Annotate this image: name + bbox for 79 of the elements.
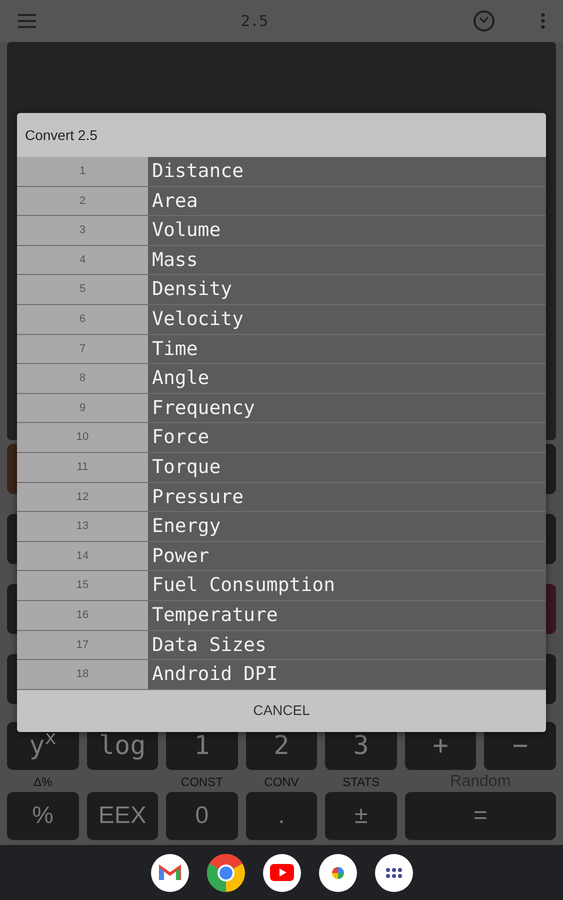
video-app-icon[interactable] bbox=[262, 854, 300, 892]
photos-app-icon[interactable] bbox=[318, 854, 356, 892]
option-label: Temperature bbox=[152, 602, 278, 628]
option-label: Android DPI bbox=[152, 662, 278, 688]
conversion-option[interactable]: 7 Time bbox=[17, 334, 546, 364]
option-number: 7 bbox=[17, 334, 148, 364]
browser-app-icon[interactable] bbox=[206, 854, 244, 892]
key-button[interactable]: EEX bbox=[86, 792, 158, 840]
key-button[interactable]: ± bbox=[325, 792, 397, 840]
conversion-option[interactable]: 10 Force bbox=[17, 423, 546, 453]
option-number: 2 bbox=[17, 186, 148, 216]
key-edge bbox=[7, 514, 17, 564]
option-number: 5 bbox=[17, 275, 148, 304]
conversion-option[interactable]: 5 Density bbox=[17, 275, 546, 305]
option-number: 11 bbox=[17, 452, 148, 482]
mail-app-icon[interactable] bbox=[150, 854, 188, 892]
conversion-option[interactable]: 17 Data Sizes bbox=[17, 630, 546, 660]
option-number: 18 bbox=[17, 660, 148, 689]
conversion-option[interactable]: 13 Energy bbox=[17, 512, 546, 542]
option-number: 12 bbox=[17, 482, 148, 512]
option-label: Area bbox=[152, 188, 198, 214]
shift-label: CONV bbox=[264, 774, 299, 791]
option-label: Volume bbox=[152, 218, 221, 244]
conversion-option[interactable]: 16 Temperature bbox=[17, 600, 546, 630]
key-edge bbox=[546, 514, 556, 564]
conversion-option[interactable]: 8 Angle bbox=[17, 364, 546, 394]
app-drawer-icon[interactable] bbox=[374, 854, 412, 892]
option-label: Power bbox=[152, 544, 210, 569]
key-button[interactable]: % bbox=[7, 792, 79, 840]
option-label: Time bbox=[152, 336, 198, 362]
option-number: 9 bbox=[17, 394, 148, 422]
option-label: Fuel Consumption bbox=[152, 573, 336, 598]
key-button[interactable]: 0 bbox=[166, 792, 238, 840]
conversion-option[interactable]: 1 Distance bbox=[17, 157, 546, 187]
dialog-title: Convert 2.5 bbox=[24, 126, 98, 144]
conversion-option[interactable]: 9 Frequency bbox=[17, 394, 546, 424]
option-number: 14 bbox=[17, 542, 148, 570]
option-label: Energy bbox=[152, 514, 221, 540]
conversion-option[interactable]: 4 Mass bbox=[17, 246, 546, 276]
option-label: Density bbox=[152, 277, 232, 302]
option-number: 4 bbox=[17, 246, 148, 274]
key-button[interactable]: . bbox=[246, 792, 318, 840]
key-edge bbox=[546, 654, 556, 704]
shift-label: STATS bbox=[342, 774, 380, 791]
conversion-option[interactable]: 3 Volume bbox=[17, 216, 546, 246]
option-label: Force bbox=[152, 425, 210, 450]
option-label: Frequency bbox=[152, 396, 255, 421]
conversion-option[interactable]: 6 Velocity bbox=[17, 304, 546, 335]
key-button[interactable]: = bbox=[404, 792, 556, 840]
option-label: Pressure bbox=[152, 484, 244, 510]
option-number: 10 bbox=[17, 423, 148, 452]
option-number: 15 bbox=[17, 571, 148, 600]
key-edge bbox=[7, 654, 17, 704]
conversion-option[interactable]: 15 Fuel Consumption bbox=[17, 571, 546, 601]
option-label: Angle bbox=[152, 366, 210, 392]
conversion-option[interactable]: 11 Torque bbox=[17, 452, 546, 483]
key-edge bbox=[7, 444, 17, 494]
option-label: Torque bbox=[152, 454, 221, 480]
key-edge bbox=[546, 584, 556, 634]
option-number: 17 bbox=[17, 630, 148, 660]
key-edge bbox=[7, 584, 17, 634]
option-label: Data Sizes bbox=[152, 632, 266, 658]
option-number: 13 bbox=[17, 512, 148, 541]
shift-label: Δ% bbox=[33, 774, 52, 791]
conversion-option[interactable]: 2 Area bbox=[17, 186, 546, 216]
conversion-option[interactable]: 14 Power bbox=[17, 542, 546, 572]
option-number: 6 bbox=[17, 304, 148, 334]
shift-label: CONST bbox=[180, 774, 223, 791]
conversion-option[interactable]: 18 Android DPI bbox=[17, 660, 546, 690]
conversion-option[interactable]: 12 Pressure bbox=[17, 482, 546, 512]
key-edge bbox=[546, 444, 556, 494]
option-label: Velocity bbox=[152, 307, 244, 332]
option-number: 8 bbox=[17, 364, 148, 393]
option-label: Distance bbox=[152, 159, 244, 184]
option-number: 1 bbox=[17, 157, 148, 186]
option-number: 16 bbox=[17, 600, 148, 630]
option-number: 3 bbox=[17, 216, 148, 245]
app-title: 2.5 bbox=[240, 10, 270, 32]
option-label: Mass bbox=[152, 248, 198, 273]
